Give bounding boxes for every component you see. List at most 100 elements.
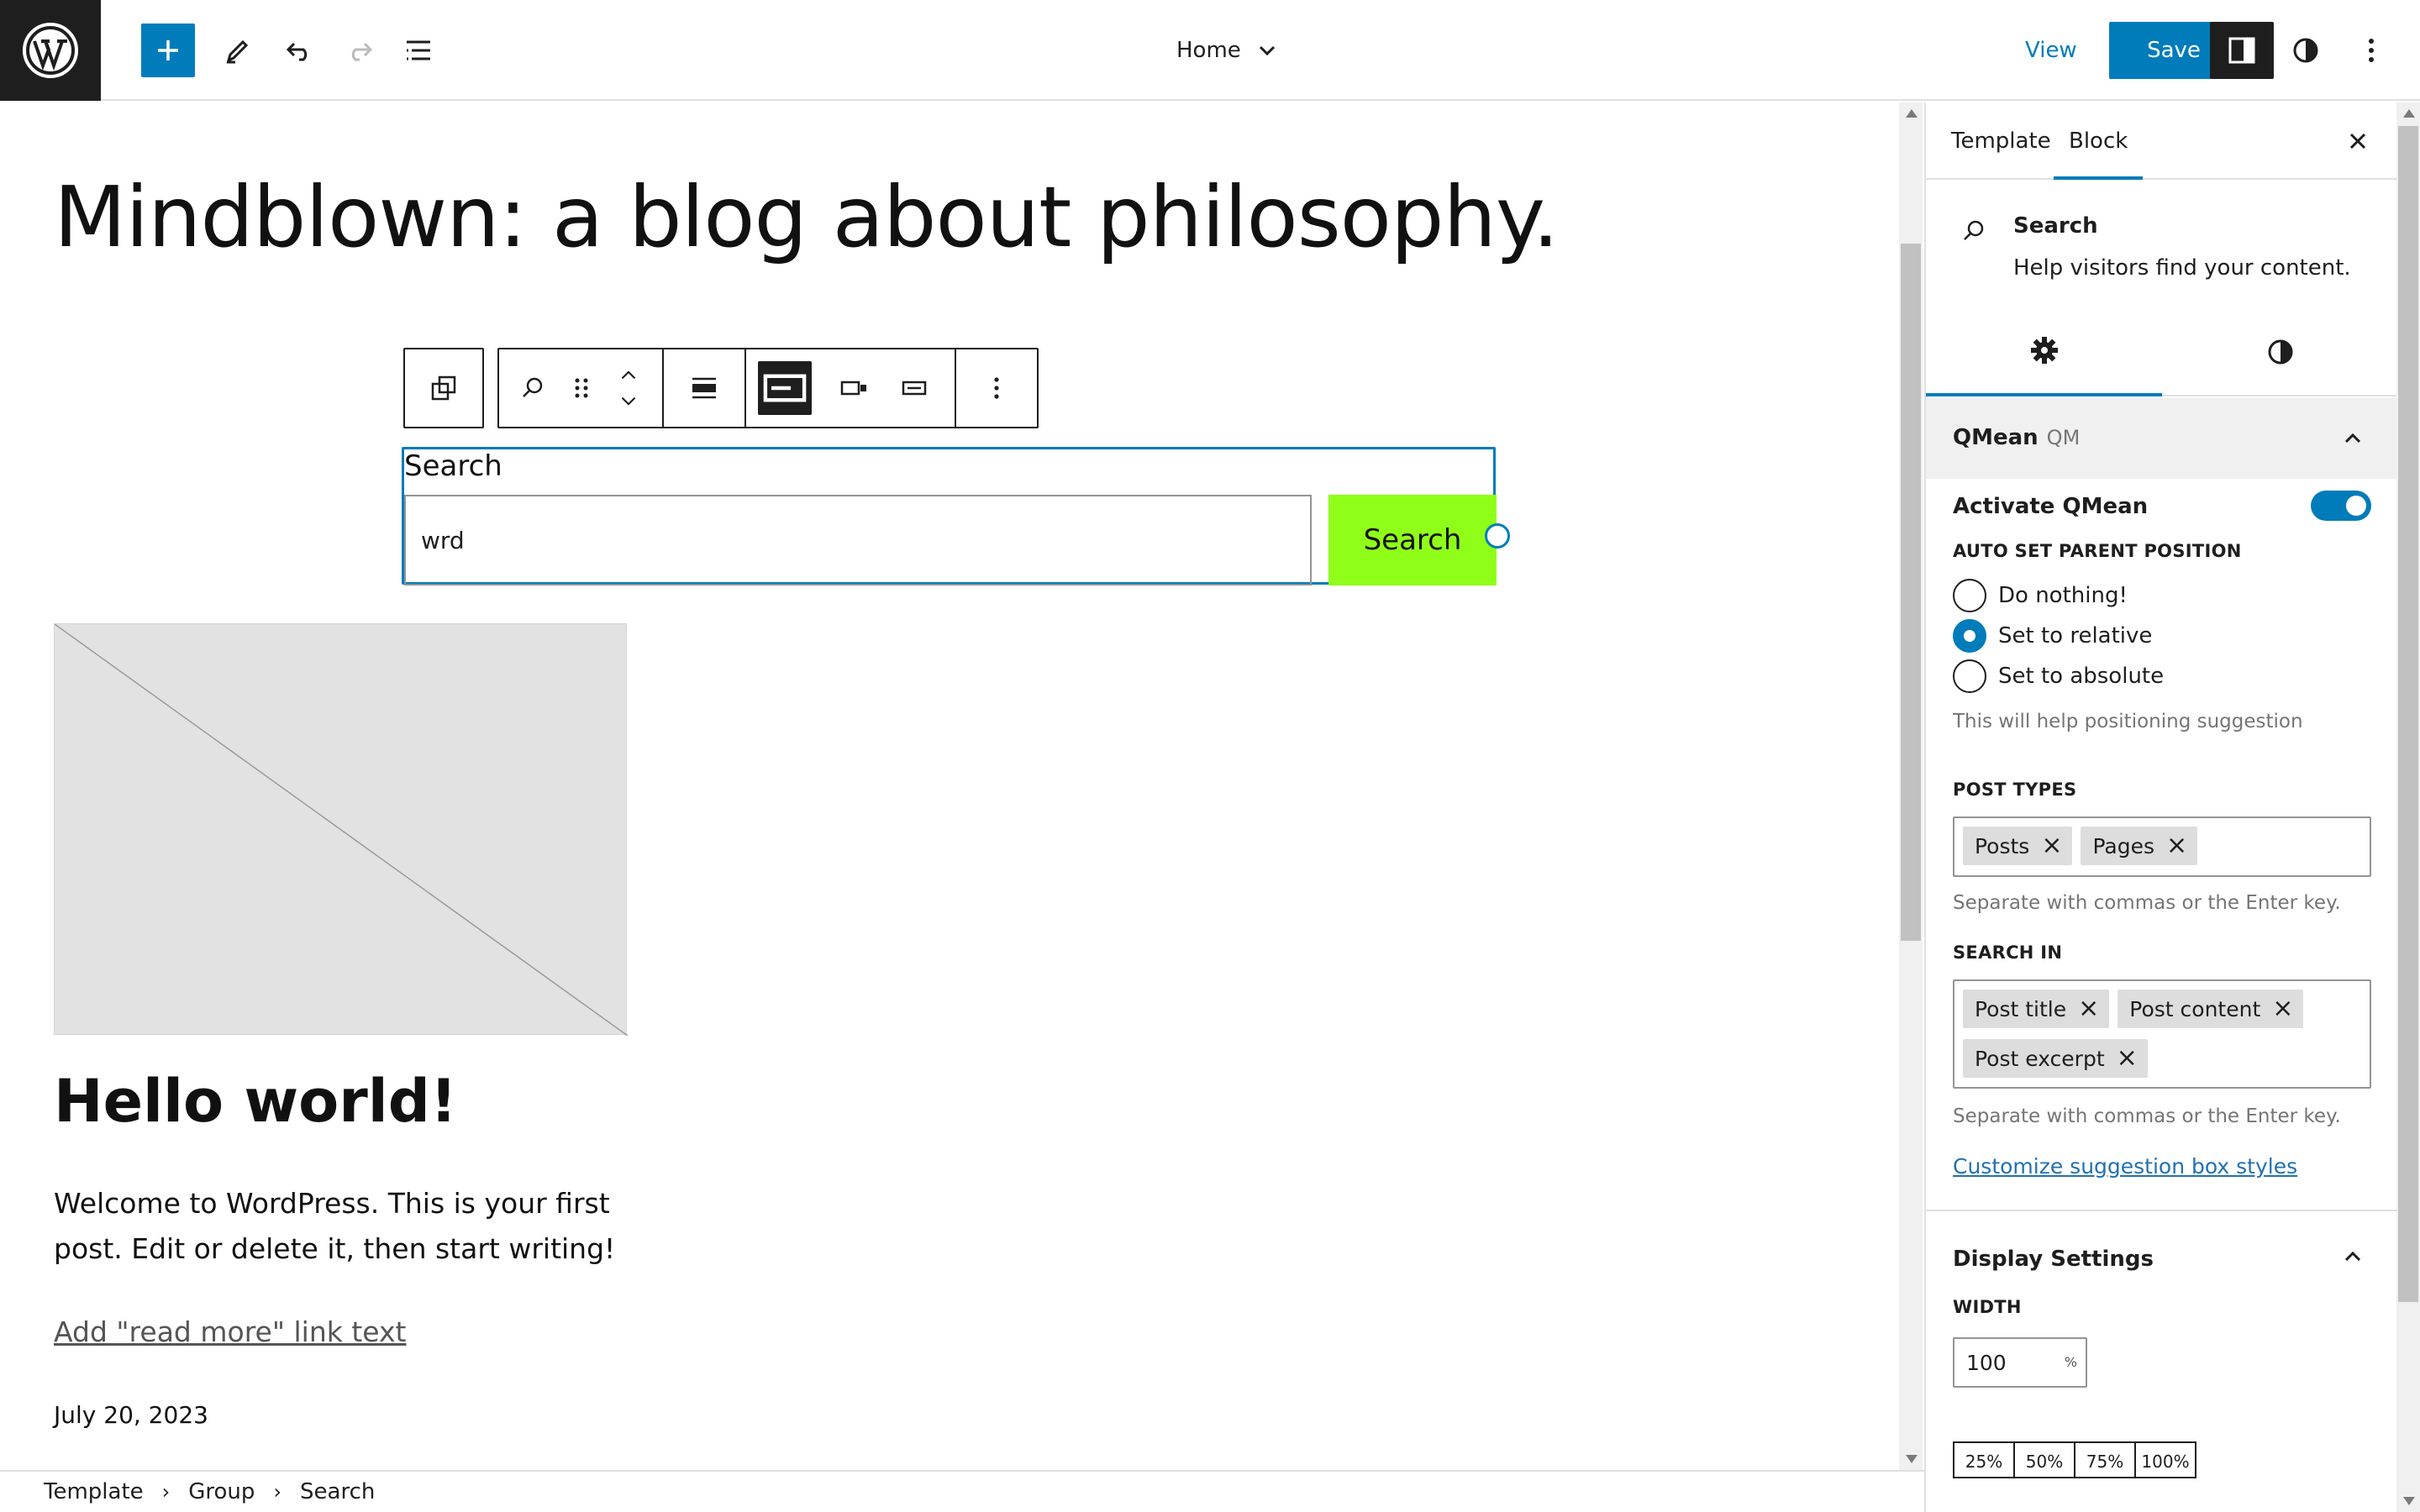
document-title-dropdown[interactable]: Home [1176,25,1278,76]
button-inside-button[interactable] [823,349,884,427]
block-toolbar [403,348,1039,428]
chevron-up-icon [2344,433,2361,444]
remove-token-icon[interactable]: × [2041,833,2062,858]
tab-styles[interactable] [2162,307,2396,396]
scroll-down-icon[interactable] [2403,1497,2415,1505]
wordpress-logo-icon[interactable] [0,0,101,101]
options-menu-button[interactable] [2344,24,2398,77]
radio-button[interactable] [1953,659,1986,693]
list-view-button[interactable] [392,24,445,77]
activate-qmean-row: Activate QMean [1953,491,2371,524]
block-card-title: Search [2013,213,2098,239]
breadcrumb-item-template[interactable]: Template [44,1479,144,1504]
scrollbar-thumb[interactable] [1901,244,1921,941]
customize-styles-link[interactable]: Customize suggestion box styles [1953,1154,2297,1179]
more-vertical-icon [2369,39,2374,62]
gear-icon [2030,337,2058,364]
radio-button[interactable] [1953,619,1986,653]
post-title[interactable]: Hello world! [54,1067,457,1136]
search-input[interactable]: wrd [404,495,1312,585]
tools-button[interactable] [210,24,264,77]
radio-set-absolute[interactable]: Set to absolute [1953,659,2164,694]
move-buttons[interactable] [605,349,652,427]
panel-divider [1926,1210,2396,1211]
width-75-button[interactable]: 75% [2074,1441,2136,1478]
search-in-field[interactable]: Post title × Post content × Post excerpt × [1953,979,2371,1089]
token-pages: Pages × [2081,827,2198,865]
width-50-button[interactable]: 50% [2013,1441,2075,1478]
add-block-button[interactable] [141,24,195,77]
qmean-title: QMean [1953,425,2039,450]
view-link[interactable]: View [2025,25,2077,76]
featured-image-placeholder[interactable] [54,623,629,1037]
block-type-button[interactable] [508,349,558,427]
remove-token-icon[interactable]: × [2166,833,2187,858]
settings-toggle-button[interactable] [2210,22,2274,79]
pencil-icon [226,39,249,64]
align-wide-icon [692,377,716,399]
remove-token-icon[interactable]: × [2117,1046,2138,1071]
scroll-up-icon[interactable] [1906,109,1918,118]
parent-block-icon [431,375,456,401]
button-inside-icon [840,381,866,396]
scroll-up-icon[interactable] [2403,109,2415,118]
qmean-panel-toggle[interactable]: QMean QM [1926,398,2396,479]
token-label: Post content [2129,996,2261,1021]
post-types-field[interactable]: Posts × Pages × [1953,816,2371,877]
post-types-help: Separate with commas or the Enter key. [1953,892,2341,914]
radio-do-nothing[interactable]: Do nothing! [1953,578,2128,613]
remove-token-icon[interactable]: × [2272,996,2293,1021]
activate-qmean-toggle[interactable] [2311,491,2371,521]
activate-qmean-label: Activate QMean [1953,494,2149,519]
radio-set-relative[interactable]: Set to relative [1953,618,2152,654]
post-excerpt[interactable]: Welcome to WordPress. This is your first… [54,1181,642,1272]
drag-handle-icon [575,378,588,398]
button-outside-button[interactable] [758,361,812,415]
sidebar-tabs: Template Block [1926,102,2396,180]
no-button-icon [902,381,927,396]
canvas-scrollbar[interactable] [1899,102,1923,1470]
redo-button[interactable] [333,24,387,77]
display-settings-toggle[interactable]: Display Settings [1926,1216,2396,1297]
breadcrumb-item-search[interactable]: Search [300,1479,375,1504]
scroll-down-icon[interactable] [1906,1455,1918,1463]
width-label: WIDTH [1953,1297,2022,1317]
width-input[interactable]: 100 % [1953,1337,2087,1388]
search-block[interactable]: Search wrd Search [402,447,1510,585]
styles-button[interactable] [2279,24,2333,77]
qmean-panel-title: QMean QM [1953,425,2080,450]
close-sidebar-button[interactable] [2341,124,2375,158]
editor-header: Home View Save [0,0,2420,101]
no-button-button[interactable] [884,349,944,427]
drag-handle[interactable] [558,349,605,427]
search-block-label[interactable]: Search [404,449,502,483]
search-submit-button[interactable]: Search [1328,495,1497,585]
breadcrumb-item-group[interactable]: Group [188,1479,255,1504]
search-in-label: SEARCH IN [1953,942,2063,963]
radio-button[interactable] [1953,579,1986,612]
undo-button[interactable] [272,24,326,77]
sidebar-scrollbar[interactable] [2396,102,2420,1512]
tab-settings[interactable] [1926,307,2162,396]
align-button[interactable] [664,349,744,427]
settings-sidebar: Template Block Search Help visitors find… [1924,102,2396,1512]
block-options-button[interactable] [956,349,1037,427]
site-title[interactable]: Mindblown: a blog about philosophy. [54,168,1560,266]
chevron-right-icon: › [161,1480,171,1504]
contrast-icon [2293,38,2318,63]
remove-token-icon[interactable]: × [2078,996,2099,1021]
resize-handle[interactable] [1485,523,1510,549]
token-label: Post title [1975,996,2067,1021]
width-25-button[interactable]: 25% [1953,1441,2015,1478]
tab-template[interactable]: Template [1951,102,2051,180]
post-types-label: POST TYPES [1953,780,2077,800]
select-parent-button[interactable] [405,349,482,427]
read-more-link[interactable]: Add "read more" link text [54,1315,407,1348]
toggle-knob [2346,496,2366,516]
document-title: Home [1176,38,1241,63]
tab-block[interactable]: Block [2054,102,2144,180]
positioning-help: This will help positioning suggestion [1953,711,2303,732]
scrollbar-thumb[interactable] [2398,126,2418,1302]
post-date[interactable]: July 20, 2023 [54,1401,208,1429]
width-100-button[interactable]: 100% [2134,1441,2196,1478]
